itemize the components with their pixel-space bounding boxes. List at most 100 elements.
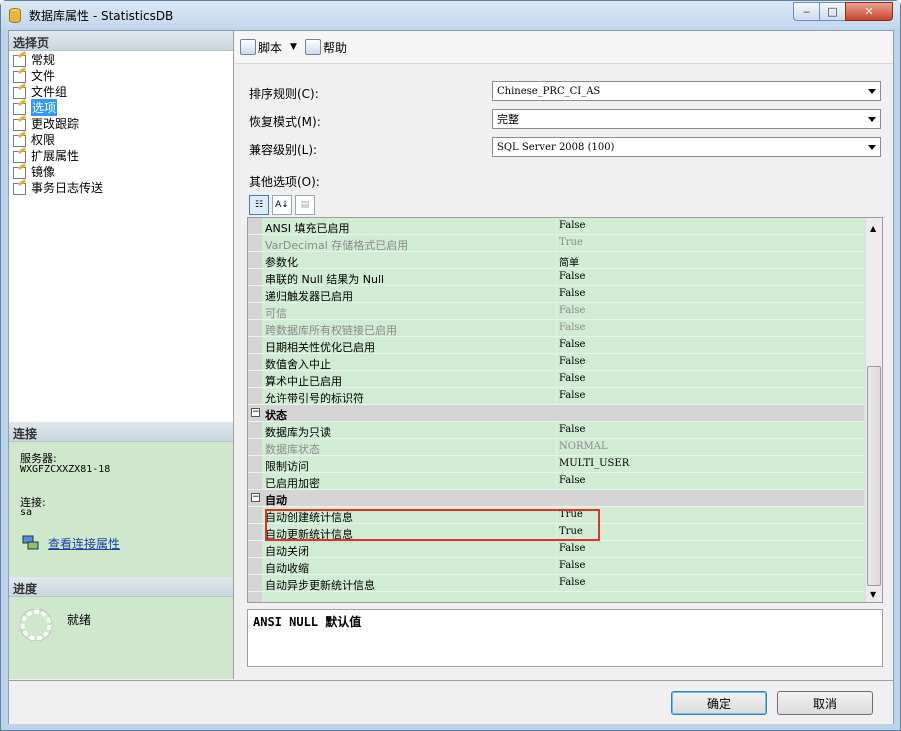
page-item[interactable]: 更改跟踪: [9, 115, 233, 131]
property-value[interactable]: False: [559, 390, 585, 401]
page-icon: [13, 149, 27, 163]
scroll-thumb[interactable]: [867, 366, 881, 586]
right-pane: 脚本 ▼ 帮助 排序规则(C): Chinese_PRC_CI_AS 恢复模式(…: [235, 31, 893, 679]
property-value[interactable]: MULTI_USER: [559, 458, 629, 469]
dialog-window: 数据库属性 - StatisticsDB ‒ □ ✕ 选择页 常规 文件 文件组 选项…: [0, 0, 901, 731]
left-pane: 选择页 常规 文件 文件组 选项 更改跟踪 权限 扩展属性 镜像 事务日志传送 连接 服务器: …: [9, 31, 234, 679]
property-row[interactable]: 已启用加密 False: [248, 473, 864, 490]
property-row[interactable]: 参数化 简单: [248, 252, 864, 269]
title-bar[interactable]: 数据库属性 - StatisticsDB ‒ □ ✕: [1, 1, 900, 29]
column-divider: [556, 269, 557, 286]
property-value[interactable]: 简单: [559, 254, 579, 269]
compatibility-level-select[interactable]: SQL Server 2008 (100): [492, 137, 881, 157]
page-item[interactable]: 文件组: [9, 83, 233, 99]
category-row[interactable]: − 自动: [248, 490, 864, 507]
page-list: 常规 文件 文件组 选项 更改跟踪 权限 扩展属性 镜像 事务日志传送: [9, 51, 233, 195]
script-button[interactable]: 脚本 ▼: [240, 39, 297, 56]
page-item[interactable]: 镜像: [9, 163, 233, 179]
property-value[interactable]: False: [559, 271, 585, 282]
page-item[interactable]: 选项: [9, 98, 233, 116]
compatibility-level-value: SQL Server 2008 (100): [497, 141, 615, 153]
server-value: WXGFZCXXZX81-18: [20, 464, 111, 475]
scroll-down-icon[interactable]: ▼: [870, 590, 876, 599]
collapse-icon[interactable]: −: [251, 493, 260, 502]
progress-status: 就绪: [67, 613, 92, 627]
property-row[interactable]: 允许带引号的标识符 False: [248, 388, 864, 405]
column-divider: [556, 235, 557, 252]
ok-button[interactable]: 确定: [671, 691, 767, 715]
property-value[interactable]: False: [559, 560, 585, 571]
property-value[interactable]: False: [559, 424, 585, 435]
page-item[interactable]: 事务日志传送: [9, 179, 233, 195]
script-label: 脚本: [258, 40, 283, 55]
page-icon: [13, 53, 27, 67]
scroll-up-icon[interactable]: ▲: [870, 224, 876, 233]
page-item[interactable]: 扩展属性: [9, 147, 233, 163]
property-value[interactable]: False: [559, 543, 585, 554]
page-icon: [13, 133, 27, 147]
property-value[interactable]: False: [559, 475, 585, 486]
property-value[interactable]: False: [559, 288, 585, 299]
minimize-button[interactable]: ‒: [793, 2, 820, 21]
property-row[interactable]: 自动收缩 False: [248, 558, 864, 575]
property-row[interactable]: 跨数据库所有权链接已启用 False: [248, 320, 864, 337]
property-value[interactable]: False: [559, 339, 585, 350]
help-icon: [304, 39, 321, 55]
column-divider: [556, 422, 557, 439]
page-item[interactable]: 文件: [9, 67, 233, 83]
page-item[interactable]: 权限: [9, 131, 233, 147]
property-row[interactable]: VarDecimal 存储格式已启用 True: [248, 235, 864, 252]
help-button[interactable]: 帮助: [304, 39, 347, 56]
connection-panel: 服务器: WXGFZCXXZX81-18 连接: sa 查看连接属性: [9, 442, 233, 577]
recovery-model-value: 完整: [497, 113, 519, 126]
property-row[interactable]: 算术中止已启用 False: [248, 371, 864, 388]
column-divider: [556, 558, 557, 575]
property-row[interactable]: ANSI 填充已启用 False: [248, 218, 864, 235]
property-value[interactable]: True: [559, 237, 583, 248]
property-value[interactable]: False: [559, 373, 585, 384]
collation-label: 排序规则(C):: [249, 87, 319, 101]
property-value[interactable]: False: [559, 322, 585, 333]
sort-alphabetical-icon[interactable]: A↓: [272, 195, 292, 215]
categorized-icon[interactable]: ☷: [249, 195, 269, 215]
property-row[interactable]: 可信 False: [248, 303, 864, 320]
category-row[interactable]: − 状态: [248, 405, 864, 422]
collation-select[interactable]: Chinese_PRC_CI_AS: [492, 81, 881, 101]
page-item-label: 事务日志传送: [31, 180, 104, 195]
collapse-icon[interactable]: −: [251, 408, 260, 417]
property-value[interactable]: False: [559, 220, 585, 231]
property-pages-icon[interactable]: ▤: [295, 195, 315, 215]
property-row[interactable]: 自动异步更新统计信息 False: [248, 575, 864, 592]
property-value[interactable]: False: [559, 356, 585, 367]
column-divider: [556, 439, 557, 456]
property-row[interactable]: 数据库为只读 False: [248, 422, 864, 439]
property-row[interactable]: 数据库状态 NORMAL: [248, 439, 864, 456]
property-name: 自动收缩: [265, 562, 309, 575]
chevron-down-icon[interactable]: ▼: [290, 42, 297, 52]
recovery-model-select[interactable]: 完整: [492, 109, 881, 129]
property-row[interactable]: 日期相关性优化已启用 False: [248, 337, 864, 354]
property-name: 数据库状态: [265, 443, 320, 456]
property-row[interactable]: 限制访问 MULTI_USER: [248, 456, 864, 473]
vertical-scrollbar[interactable]: ▲ ▼: [865, 218, 882, 602]
property-row[interactable]: 自动关闭 False: [248, 541, 864, 558]
property-value[interactable]: False: [559, 305, 585, 316]
maximize-button[interactable]: □: [819, 2, 846, 21]
page-item[interactable]: 常规: [9, 51, 233, 67]
property-value[interactable]: NORMAL: [559, 441, 608, 452]
property-row[interactable]: 递归触发器已启用 False: [248, 286, 864, 303]
property-row[interactable]: 串联的 Null 结果为 Null False: [248, 269, 864, 286]
property-row[interactable]: 数值舍入中止 False: [248, 354, 864, 371]
property-value[interactable]: False: [559, 577, 585, 588]
view-connection-properties-link[interactable]: 查看连接属性: [48, 535, 120, 552]
column-divider: [556, 541, 557, 558]
page-icon: [13, 165, 27, 179]
property-name: 限制访问: [265, 460, 309, 473]
page-item-label: 文件: [31, 68, 56, 83]
collation-value: Chinese_PRC_CI_AS: [497, 85, 601, 97]
chevron-down-icon: [868, 89, 876, 94]
close-button[interactable]: ✕: [845, 2, 893, 21]
cancel-button[interactable]: 取消: [777, 691, 873, 715]
page-item-label: 更改跟踪: [31, 116, 80, 131]
description-text: ANSI NULL 默认值: [253, 615, 362, 629]
